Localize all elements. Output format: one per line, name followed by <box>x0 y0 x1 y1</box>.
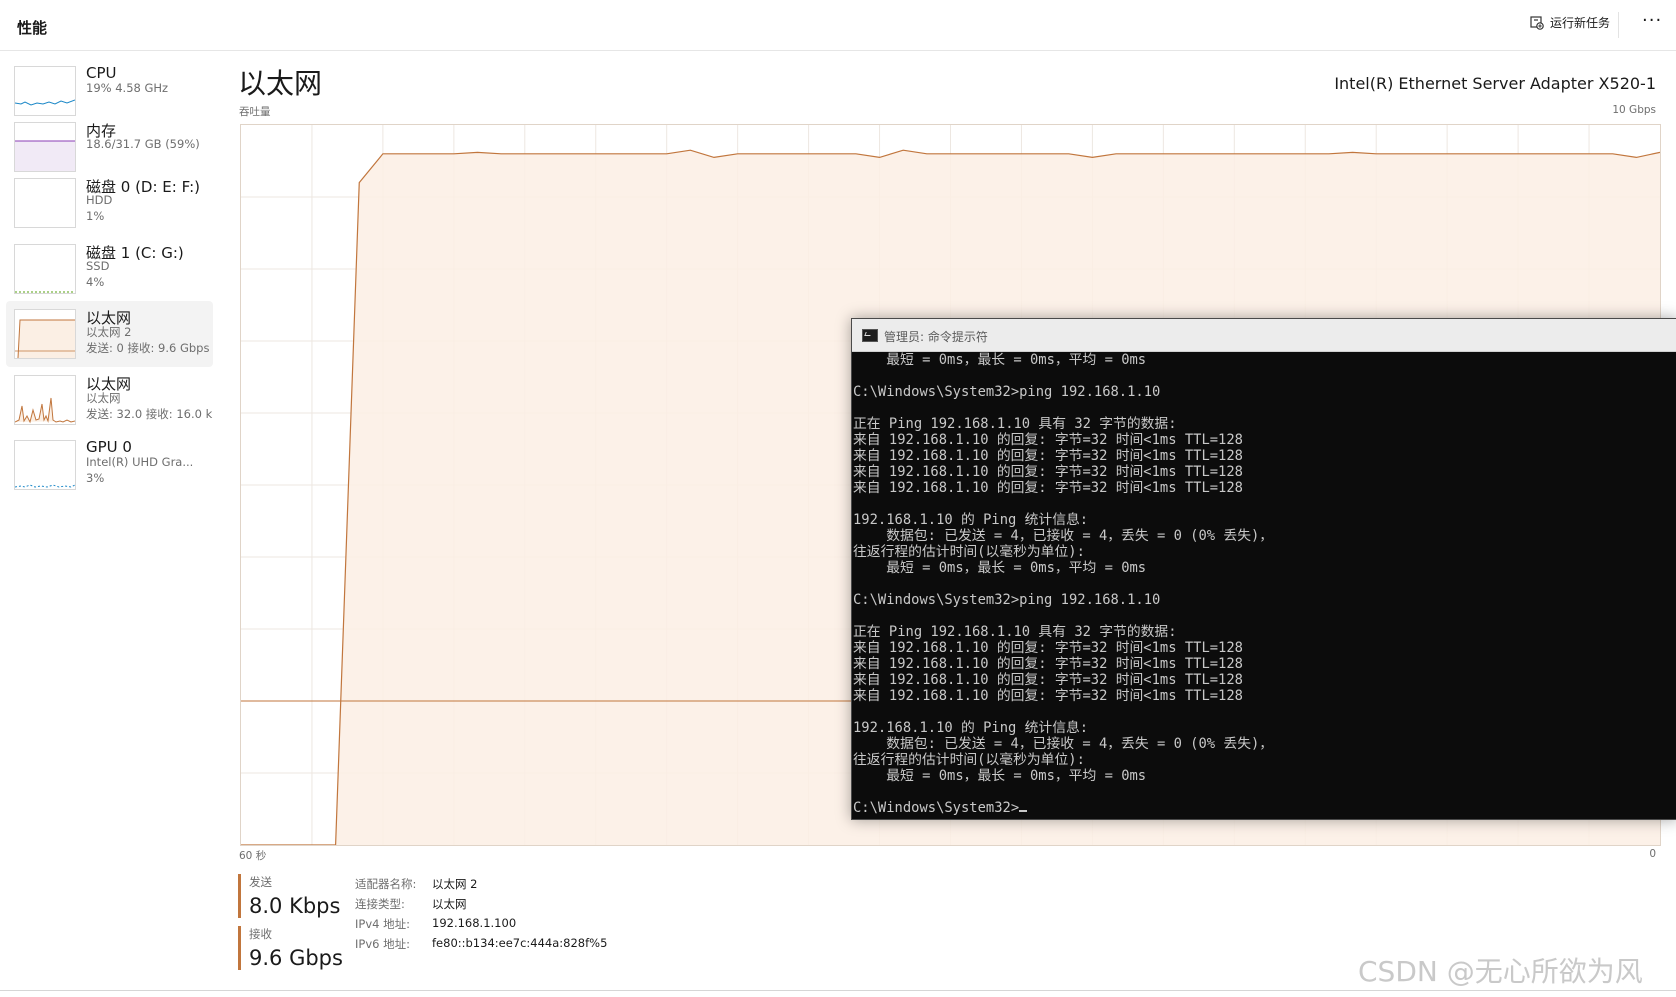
sidebar-item-detail: 1% <box>86 209 105 223</box>
gpu-thumbnail-graph <box>14 440 76 490</box>
cmd-title-bar[interactable]: 管理员: 命令提示符 <box>852 319 1676 352</box>
ethernet2-thumbnail-graph <box>14 309 76 359</box>
receive-stat: 接收 9.6 Gbps <box>238 926 343 970</box>
info-row: 适配器名称: 以太网 2 <box>355 876 607 896</box>
info-value: 以太网 2 <box>432 877 478 891</box>
sidebar: CPU 19% 4.58 GHz 内存 18.6/31.7 GB (59%) 磁… <box>0 58 215 958</box>
console-line: 192.168.1.10 的 Ping 统计信息: <box>853 720 1089 736</box>
console-line: 来自 192.168.1.10 的回复: 字节=32 时间<1ms TTL=12… <box>853 656 1243 672</box>
console-line: 来自 192.168.1.10 的回复: 字节=32 时间<1ms TTL=12… <box>853 672 1243 688</box>
sidebar-item-detail: HDD <box>86 193 113 207</box>
console-line: C:\Windows\System32>ping 192.168.1.10 <box>853 384 1161 400</box>
cmd-console-output[interactable]: 最短 = 0ms，最长 = 0ms，平均 = 0ms C:\Windows\Sys… <box>852 352 1676 819</box>
console-line: 正在 Ping 192.168.1.10 具有 32 字节的数据: <box>853 624 1177 640</box>
sidebar-item-detail: Intel(R) UHD Gra... <box>86 455 194 469</box>
cpu-thumbnail-graph <box>14 66 76 116</box>
header-divider <box>1618 12 1619 38</box>
console-line: 正在 Ping 192.168.1.10 具有 32 字节的数据: <box>853 416 1177 432</box>
receive-label: 接收 <box>249 927 272 941</box>
console-line: 来自 192.168.1.10 的回复: 字节=32 时间<1ms TTL=12… <box>853 448 1243 464</box>
run-task-label: 运行新任务 <box>1550 16 1611 30</box>
send-label: 发送 <box>249 875 272 889</box>
ethernet-thumbnail-graph <box>14 375 76 425</box>
sidebar-item-detail: 19% 4.58 GHz <box>86 81 169 95</box>
cmd-icon <box>862 329 878 342</box>
sidebar-item-disk-0[interactable]: 磁盘 0 (D: E: F:) HDD 1% <box>6 170 213 236</box>
receive-value: 9.6 Gbps <box>249 946 343 970</box>
info-row: IPv6 地址: fe80::b134:ee7c:444a:828f%5 <box>355 936 607 956</box>
sidebar-item-disk-1[interactable]: 磁盘 1 (C: G:) SSD 4% <box>6 236 213 302</box>
console-line: 192.168.1.10 的 Ping 统计信息: <box>853 512 1089 528</box>
info-value: 以太网 <box>432 897 467 911</box>
info-key: 连接类型: <box>355 897 405 911</box>
x-axis-left-label: 60 秒 <box>239 850 267 862</box>
throughput-label: 吞吐量 <box>239 106 271 118</box>
console-line: 来自 192.168.1.10 的回复: 字节=32 时间<1ms TTL=12… <box>853 480 1243 496</box>
run-task-icon <box>1530 15 1544 30</box>
info-value: fe80::b134:ee7c:444a:828f%5 <box>432 936 608 950</box>
sidebar-item-ethernet[interactable]: 以太网 以太网 发送: 32.0 接收: 16.0 k <box>6 367 213 433</box>
sidebar-item-detail: SSD <box>86 259 110 273</box>
console-line: 数据包: 已发送 = 4，已接收 = 4，丢失 = 0 (0% 丢失)， <box>853 736 1274 752</box>
sidebar-item-label: GPU 0 <box>86 438 132 456</box>
max-scale-label: 10 Gbps <box>1612 104 1656 116</box>
sidebar-item-detail: 3% <box>86 471 105 485</box>
info-key: IPv6 地址: <box>355 937 410 951</box>
send-stat: 发送 8.0 Kbps <box>238 874 340 918</box>
send-value: 8.0 Kbps <box>249 894 341 918</box>
info-value: 192.168.1.100 <box>432 916 517 930</box>
console-line: 最短 = 0ms，最长 = 0ms，平均 = 0ms <box>853 560 1147 576</box>
console-line: 来自 192.168.1.10 的回复: 字节=32 时间<1ms TTL=12… <box>853 432 1243 448</box>
info-key: 适配器名称: <box>355 877 417 891</box>
watermark-text: CSDN @无心所欲为风 <box>1358 955 1643 988</box>
bottom-divider <box>0 990 1676 991</box>
text-cursor <box>1019 810 1028 812</box>
console-line: 来自 192.168.1.10 的回复: 字节=32 时间<1ms TTL=12… <box>853 464 1243 480</box>
sidebar-item-ethernet-2[interactable]: 以太网 以太网 2 发送: 0 接收: 9.6 Gbps <box>6 301 213 367</box>
disk0-thumbnail-graph <box>14 178 76 228</box>
sidebar-item-detail: 以太网 2 <box>86 325 132 339</box>
disk1-thumbnail-graph <box>14 244 76 294</box>
console-line: 来自 192.168.1.10 的回复: 字节=32 时间<1ms TTL=12… <box>853 640 1243 656</box>
console-line: 往返行程的估计时间(以毫秒为单位): <box>853 544 1085 560</box>
more-options-button[interactable]: ··· <box>1642 10 1662 31</box>
section-title: 以太网 <box>238 67 323 100</box>
sidebar-item-label: CPU <box>86 64 117 82</box>
header-bar: 性能 运行新任务 ··· <box>0 0 1676 51</box>
x-axis-right-label: 0 <box>1649 848 1656 860</box>
adapter-name: Intel(R) Ethernet Server Adapter X520-1 <box>1334 74 1656 93</box>
console-line: C:\Windows\System32>ping 192.168.1.10 <box>853 592 1161 608</box>
sidebar-item-detail: 发送: 32.0 接收: 16.0 k <box>86 407 213 421</box>
console-line: 数据包: 已发送 = 4，已接收 = 4，丢失 = 0 (0% 丢失)， <box>853 528 1274 544</box>
cmd-title: 管理员: 命令提示符 <box>884 330 988 344</box>
console-line: 来自 192.168.1.10 的回复: 字节=32 时间<1ms TTL=12… <box>853 688 1243 704</box>
info-row: IPv4 地址: 192.168.1.100 <box>355 916 607 936</box>
sidebar-item-detail: 4% <box>86 275 105 289</box>
adapter-info-table: 适配器名称: 以太网 2 连接类型: 以太网 IPv4 地址: 192.168.1.1… <box>355 876 607 956</box>
sidebar-item-detail: 以太网 <box>86 391 121 405</box>
info-row: 连接类型: 以太网 <box>355 896 607 916</box>
info-key: IPv4 地址: <box>355 917 410 931</box>
console-line: 往返行程的估计时间(以毫秒为单位): <box>853 752 1085 768</box>
page-title: 性能 <box>17 19 48 37</box>
sidebar-item-detail: 发送: 0 接收: 9.6 Gbps <box>86 341 210 355</box>
sidebar-item-detail: 18.6/31.7 GB (59%) <box>86 137 200 151</box>
sidebar-item-gpu-0[interactable]: GPU 0 Intel(R) UHD Gra... 3% <box>6 432 213 498</box>
console-line: C:\Windows\System32> <box>853 800 1676 816</box>
console-line: 最短 = 0ms，最长 = 0ms，平均 = 0ms <box>853 768 1147 784</box>
memory-thumbnail-graph <box>14 122 76 172</box>
console-line: 最短 = 0ms，最长 = 0ms，平均 = 0ms <box>853 352 1147 368</box>
run-new-task-button[interactable]: 运行新任务 <box>1530 14 1610 31</box>
command-prompt-window[interactable]: 管理员: 命令提示符 最短 = 0ms，最长 = 0ms，平均 = 0ms C:\… <box>851 318 1676 820</box>
